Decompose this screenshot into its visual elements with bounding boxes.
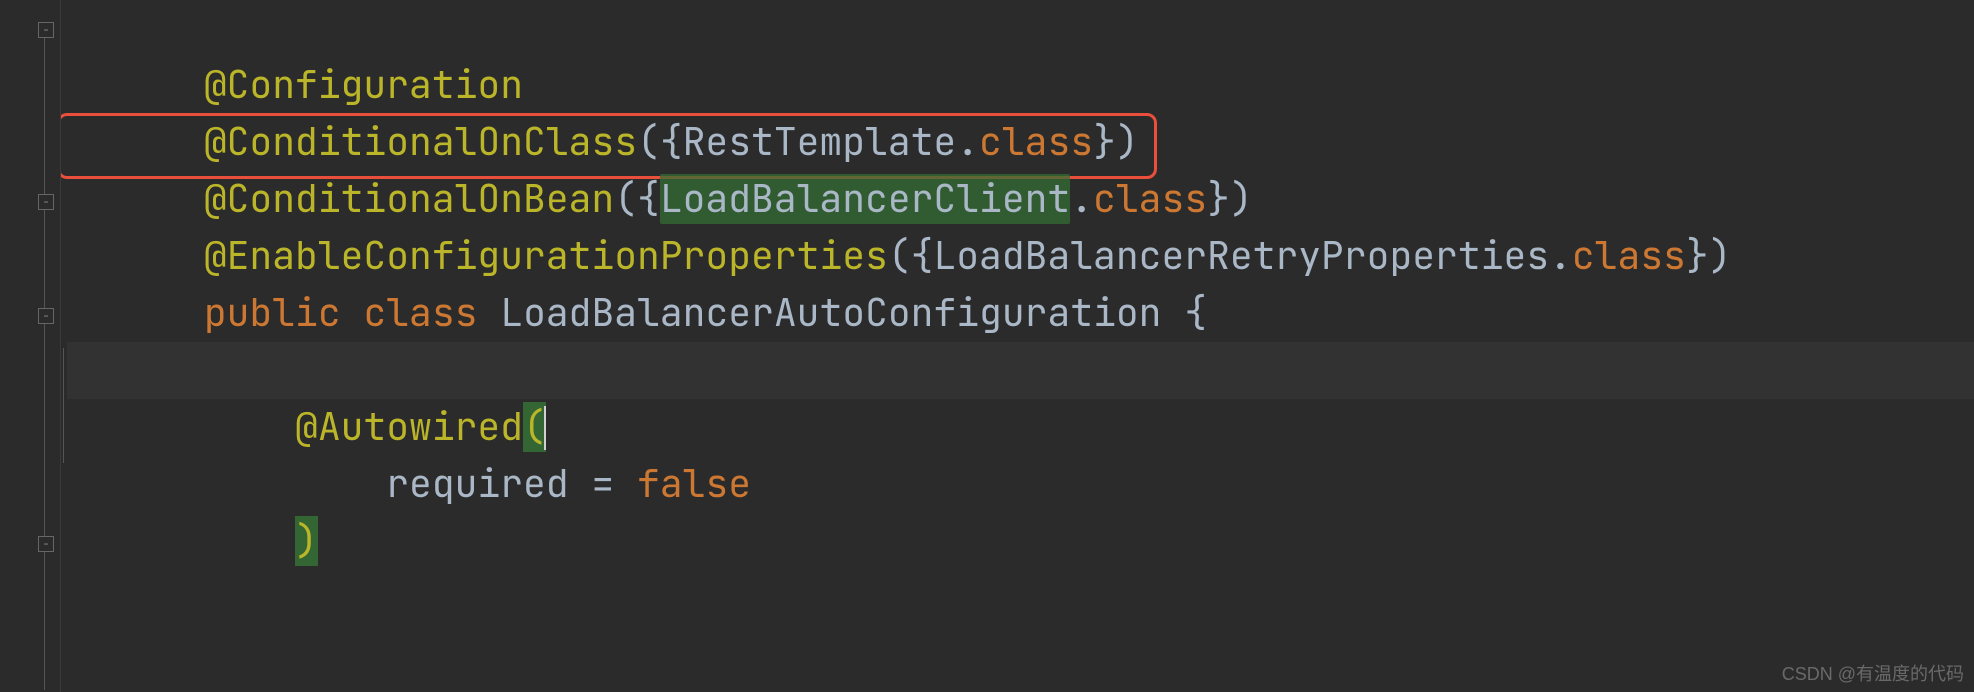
fold-icon[interactable] [38,536,54,552]
code-line[interactable]: @ConditionalOnBean({LoadBalancerClient.c… [67,114,1974,171]
fold-icon[interactable] [38,22,54,38]
code-line[interactable]: @ConditionalOnClass({RestTemplate.class}… [67,57,1974,114]
code-line[interactable]: required = false [67,399,1974,456]
fold-icon[interactable] [38,194,54,210]
fold-line [44,210,45,690]
code-line[interactable]: @Configuration [67,0,1974,57]
indent-guide [63,348,64,463]
code-line-current[interactable]: @Autowired( [67,342,1974,399]
code-area[interactable]: @Configuration @ConditionalOnClass({Rest… [61,0,1974,692]
gutter [0,0,61,692]
code-line[interactable]: ) [67,456,1974,513]
fold-line [44,38,45,200]
fold-icon[interactable] [38,308,54,324]
code-line[interactable]: @LoadBalanced [67,285,1974,342]
code-line[interactable]: public class LoadBalancerAutoConfigurati… [67,228,1974,285]
watermark-text: CSDN @有温度的代码 [1782,660,1964,686]
code-line[interactable]: @EnableConfigurationProperties({LoadBala… [67,171,1974,228]
code-editor[interactable]: @Configuration @ConditionalOnClass({Rest… [0,0,1974,692]
code-line[interactable]: private List<RestTemplate> restTemplates… [67,513,1974,553]
